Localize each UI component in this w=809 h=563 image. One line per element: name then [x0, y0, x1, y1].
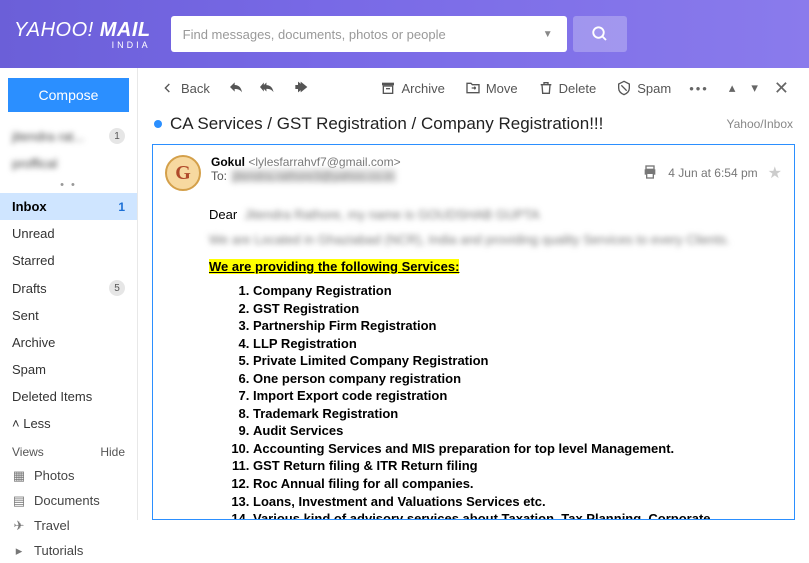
- folder-unread[interactable]: Unread: [0, 220, 137, 247]
- delete-button[interactable]: Delete: [530, 76, 605, 100]
- service-item: Audit Services: [253, 422, 774, 440]
- folder-archive[interactable]: Archive: [0, 329, 137, 356]
- views-heading: Views: [12, 445, 44, 459]
- plane-icon: ✈: [12, 519, 26, 533]
- collapse-up-icon[interactable]: ▴: [723, 76, 742, 100]
- service-item: Loans, Investment and Valuations Service…: [253, 493, 774, 511]
- service-item: Company Registration: [253, 282, 774, 300]
- spam-button[interactable]: Spam: [608, 76, 679, 100]
- message-pane: G Gokul <lylesfarrahvf7@gmail.com> To: j…: [152, 144, 795, 520]
- search-input[interactable]: [183, 27, 537, 42]
- folder-path: Yahoo/Inbox: [727, 117, 794, 131]
- service-item: One person company registration: [253, 370, 774, 388]
- search-box[interactable]: ▼: [171, 16, 567, 52]
- less-toggle[interactable]: ˄ Less: [0, 410, 137, 437]
- archive-button[interactable]: Archive: [372, 76, 452, 100]
- view-doc[interactable]: ▤Documents: [0, 488, 137, 513]
- more-accounts[interactable]: • •: [0, 177, 137, 193]
- to-address: jitendra.rathore3@yahoo.co.in: [231, 169, 396, 183]
- account-item[interactable]: proffical: [0, 150, 137, 177]
- service-item: Roc Annual filing for all companies.: [253, 475, 774, 493]
- sender-address: <lylesfarrahvf7@gmail.com>: [248, 155, 400, 169]
- service-item: Various kind of advisory services about …: [253, 510, 774, 519]
- video-icon: ▸: [12, 544, 26, 558]
- service-item: Private Limited Company Registration: [253, 352, 774, 370]
- folder-starred[interactable]: Starred: [0, 247, 137, 274]
- service-item: Import Export code registration: [253, 387, 774, 405]
- service-item: Accounting Services and MIS preparation …: [253, 440, 774, 458]
- star-icon[interactable]: ★: [768, 163, 782, 183]
- close-icon[interactable]: ✕: [768, 74, 795, 103]
- yahoo-logo[interactable]: YAHOO! MAIL INDIA: [14, 19, 151, 50]
- unread-dot-icon: [154, 120, 162, 128]
- photo-icon: ▦: [12, 469, 26, 483]
- message-date: 4 Jun at 6:54 pm: [668, 166, 757, 180]
- view-plane[interactable]: ✈Travel: [0, 513, 137, 538]
- service-item: Trademark Registration: [253, 405, 774, 423]
- message-subject: CA Services / GST Registration / Company…: [170, 114, 719, 134]
- more-actions-icon[interactable]: •••: [683, 77, 715, 100]
- folder-deleted[interactable]: Deleted Items: [0, 383, 137, 410]
- folder-inbox[interactable]: Inbox1: [0, 193, 137, 220]
- service-item: LLP Registration: [253, 335, 774, 353]
- service-item: Partnership Firm Registration: [253, 317, 774, 335]
- reply-icon[interactable]: [222, 75, 250, 102]
- account-item[interactable]: jitendra rat...1: [0, 122, 137, 150]
- service-item: GST Registration: [253, 300, 774, 318]
- view-video[interactable]: ▸Tutorials: [0, 538, 137, 563]
- collapse-down-icon[interactable]: ▾: [745, 76, 764, 100]
- search-scope-dropdown[interactable]: ▼: [537, 29, 559, 40]
- service-item: GST Return filing & ITR Return filing: [253, 457, 774, 475]
- folder-sent[interactable]: Sent: [0, 302, 137, 329]
- folder-drafts[interactable]: Drafts5: [0, 274, 137, 302]
- toolbar: Back Archive Move Delete Spam ••• ▴ ▾ ✕: [138, 68, 809, 108]
- reply-all-icon[interactable]: [254, 75, 284, 102]
- search-button[interactable]: [573, 16, 627, 52]
- message-body: Dear Jitendra Rathore, my name is GOUDSH…: [153, 197, 794, 519]
- services-list: Company RegistrationGST RegistrationPart…: [253, 282, 774, 519]
- back-button[interactable]: Back: [152, 76, 218, 100]
- sender-name: Gokul: [211, 155, 245, 169]
- folder-spam[interactable]: Spam: [0, 356, 137, 383]
- view-photo[interactable]: ▦Photos: [0, 463, 137, 488]
- to-label: To:: [211, 169, 227, 183]
- compose-button[interactable]: Compose: [8, 78, 129, 112]
- services-heading: We are providing the following Services:: [209, 259, 459, 274]
- doc-icon: ▤: [12, 494, 26, 508]
- hide-views[interactable]: Hide: [100, 445, 125, 459]
- sender-avatar: G: [165, 155, 201, 191]
- move-button[interactable]: Move: [457, 76, 526, 100]
- forward-icon[interactable]: [288, 75, 316, 102]
- print-icon[interactable]: [642, 164, 658, 183]
- sidebar: Compose jitendra rat...1 proffical • • I…: [0, 68, 138, 520]
- top-bar: YAHOO! MAIL INDIA ▼: [0, 0, 809, 68]
